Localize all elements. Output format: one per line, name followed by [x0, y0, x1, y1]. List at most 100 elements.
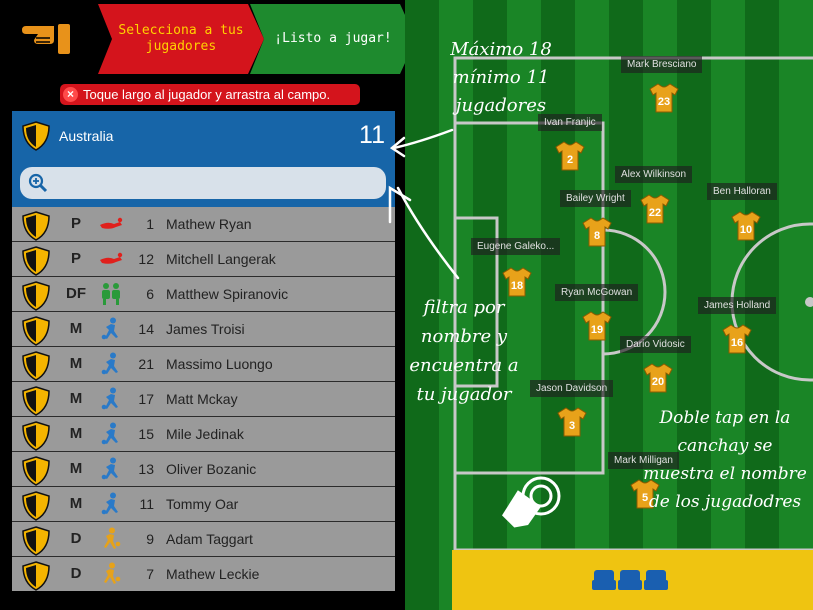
- double-tap-icon: [493, 474, 573, 539]
- player-row[interactable]: M 21 Massimo Luongo: [12, 347, 395, 381]
- jersey-number: 2: [567, 154, 573, 166]
- player-name: Matt Mckay: [166, 391, 238, 407]
- search-icon: [28, 173, 48, 198]
- hint-text: Toque largo al jugador y arrastra al cam…: [83, 87, 331, 102]
- player-row[interactable]: DF 6 Matthew Spiranovic: [12, 277, 395, 311]
- player-name: Mile Jedinak: [166, 426, 244, 442]
- player-jersey-icon[interactable]: 2: [554, 140, 586, 172]
- forward-icon: [98, 527, 124, 551]
- player-jersey-icon[interactable]: 8: [581, 216, 613, 248]
- jersey-number: 22: [649, 207, 661, 219]
- player-name: Massimo Luongo: [166, 356, 273, 372]
- team-badge-icon: [22, 421, 50, 454]
- player-name: Adam Taggart: [166, 531, 253, 547]
- field-player-name: Bailey Wright: [560, 190, 631, 207]
- field-player-name: Dario Vidosic: [620, 336, 691, 353]
- back-hand-icon[interactable]: [20, 16, 72, 56]
- player-jersey-icon[interactable]: 20: [642, 362, 674, 394]
- player-position: DF: [66, 285, 86, 302]
- midfielder-icon: [98, 422, 124, 446]
- player-number: 6: [146, 286, 154, 302]
- field-player-name: Mark Bresciano: [621, 56, 703, 73]
- player-panel: Australia 11 P 1 Mathew Ryan P 12 Mitchell La…: [12, 111, 395, 591]
- player-name: Matthew Spiranovic: [166, 286, 289, 302]
- annotation-double-tap: Doble tap en la canchay se muestra el no…: [643, 408, 807, 512]
- jersey-number: 10: [740, 224, 752, 236]
- step-ready-to-play-label: ¡Listo a jugar!: [274, 31, 392, 46]
- player-row[interactable]: M 11 Tommy Oar: [12, 487, 395, 521]
- player-jersey-icon[interactable]: 22: [639, 193, 671, 225]
- player-position: M: [69, 390, 83, 407]
- player-position: M: [69, 495, 83, 512]
- player-jersey-icon[interactable]: 16: [721, 323, 753, 355]
- player-name: Oliver Bozanic: [166, 461, 257, 477]
- step-select-players-label: Selecciona a tus jugadores: [118, 23, 244, 54]
- step-ready-to-play[interactable]: ¡Listo a jugar!: [250, 4, 416, 74]
- annotation-arrows: [388, 128, 460, 280]
- player-position: M: [69, 355, 83, 372]
- search-input[interactable]: [20, 167, 386, 199]
- player-jersey-icon[interactable]: 19: [581, 310, 613, 342]
- hint-banner: × Toque largo al jugador y arrastra al c…: [60, 84, 360, 105]
- player-name: Tommy Oar: [166, 496, 239, 512]
- annotation-filter: filtra por nombre y encuentra a tu jugad…: [409, 297, 519, 405]
- team-header: Australia 11: [12, 111, 395, 207]
- player-number: 14: [138, 321, 154, 337]
- team-badge-icon: [22, 281, 50, 314]
- player-name: Mitchell Langerak: [166, 251, 276, 267]
- player-number: 13: [138, 461, 154, 477]
- field-player-name: Jason Davidson: [530, 380, 614, 397]
- field-player-name: Eugene Galeko...: [471, 238, 561, 255]
- midfielder-icon: [98, 317, 124, 341]
- annotation-max-players: Máximo 18 mínimo 11 jugadores: [450, 39, 552, 116]
- player-position: M: [69, 425, 83, 442]
- player-jersey-icon[interactable]: 3: [556, 406, 588, 438]
- midfielder-icon: [98, 492, 124, 516]
- player-number: 1: [146, 216, 154, 232]
- field-player-name: Ben Halloran: [707, 183, 777, 200]
- team-badge-icon: [22, 386, 50, 419]
- team-badge-icon: [22, 211, 50, 244]
- team-badge-icon: [22, 351, 50, 384]
- player-row[interactable]: M 13 Oliver Bozanic: [12, 452, 395, 486]
- team-badge-icon: [22, 456, 50, 489]
- step-select-players[interactable]: Selecciona a tus jugadores: [98, 4, 264, 74]
- team-badge-icon: [22, 561, 50, 594]
- midfielder-icon: [98, 457, 124, 481]
- jersey-number: 20: [652, 376, 664, 388]
- field-player-name: Ryan McGowan: [555, 284, 639, 301]
- player-position: M: [69, 460, 83, 477]
- player-name: Mathew Leckie: [166, 566, 260, 582]
- player-row[interactable]: M 17 Matt Mckay: [12, 382, 395, 416]
- jersey-number: 8: [594, 230, 600, 242]
- player-row[interactable]: P 1 Mathew Ryan: [12, 207, 395, 241]
- player-number: 11: [139, 496, 154, 512]
- close-icon[interactable]: ×: [63, 87, 78, 102]
- bench-seats-icon: [592, 568, 668, 597]
- player-row[interactable]: M 14 James Troisi: [12, 312, 395, 346]
- player-position: D: [70, 565, 82, 582]
- player-number: 12: [138, 251, 154, 267]
- team-badge-icon: [22, 526, 50, 559]
- player-row[interactable]: P 12 Mitchell Langerak: [12, 242, 395, 276]
- goalkeeper-icon: [98, 212, 124, 236]
- jersey-number: 3: [569, 420, 575, 432]
- player-number: 15: [138, 426, 154, 442]
- player-row[interactable]: D 9 Adam Taggart: [12, 522, 395, 556]
- player-list: P 1 Mathew Ryan P 12 Mitchell Langerak DF 6 Matt…: [12, 207, 395, 592]
- player-position: D: [70, 530, 82, 547]
- player-row[interactable]: M 15 Mile Jedinak: [12, 417, 395, 451]
- jersey-number: 19: [591, 324, 603, 336]
- player-number: 21: [138, 356, 154, 372]
- team-badge-icon: [22, 316, 50, 349]
- player-name: Mathew Ryan: [166, 216, 252, 232]
- player-jersey-icon[interactable]: 10: [730, 210, 762, 242]
- forward-icon: [98, 562, 124, 586]
- player-row[interactable]: D 7 Mathew Leckie: [12, 557, 395, 591]
- player-position: P: [70, 250, 81, 267]
- bench[interactable]: [452, 550, 813, 610]
- midfielder-icon: [98, 387, 124, 411]
- team-name: Australia: [59, 128, 114, 144]
- player-position: P: [70, 215, 81, 232]
- player-jersey-icon[interactable]: 23: [648, 82, 680, 114]
